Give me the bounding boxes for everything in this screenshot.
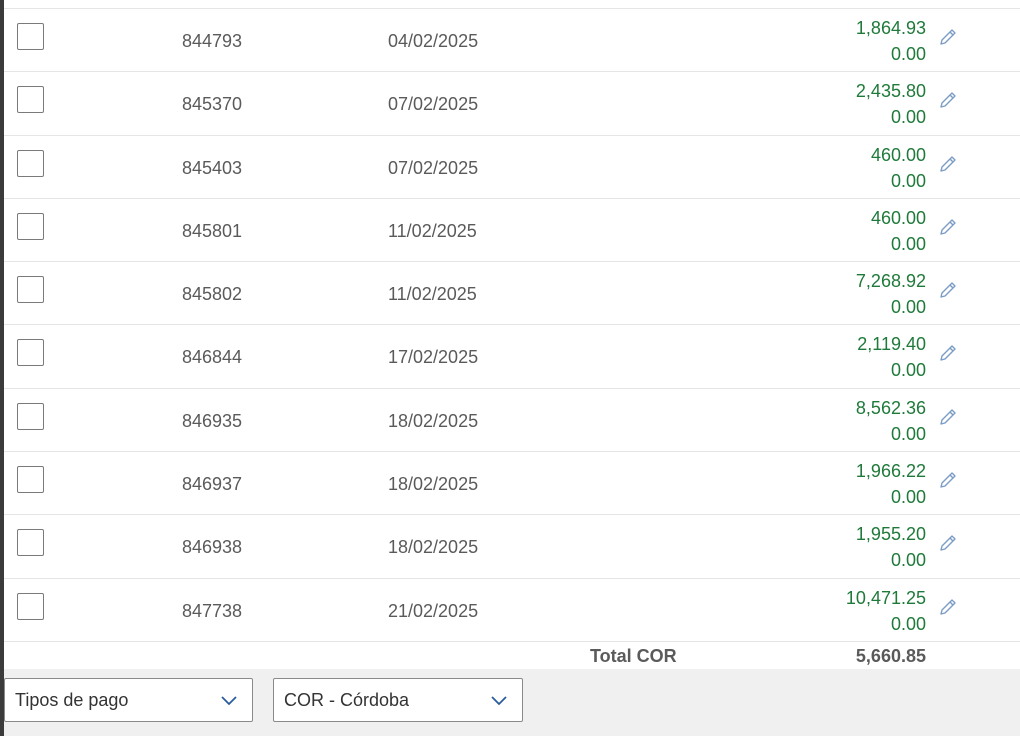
- pencil-icon[interactable]: [937, 342, 959, 364]
- chevron-down-icon: [220, 693, 238, 707]
- secondary-amount-value: 0.00: [890, 170, 926, 191]
- table-row: 846937 18/02/2025 1,966.22 0.00: [4, 452, 1020, 516]
- table-top-divider: [4, 0, 1020, 9]
- secondary-amount-value: 0.00: [890, 360, 926, 381]
- row-select-checkbox[interactable]: [17, 339, 44, 367]
- amount-value: 460.00: [870, 144, 926, 165]
- payment-type-select-value: Tipos de pago: [15, 690, 129, 710]
- document-number: 846844: [182, 347, 243, 368]
- secondary-amount-value: 0.00: [890, 297, 926, 318]
- total-value: 5,660.85: [855, 645, 926, 666]
- document-number: 845370: [182, 94, 243, 115]
- chevron-down-icon: [490, 693, 508, 707]
- secondary-amount-value: 0.00: [890, 44, 926, 64]
- document-number: 846935: [182, 410, 243, 431]
- document-number: 844793: [182, 31, 243, 51]
- pencil-icon[interactable]: [937, 532, 959, 554]
- amount-value: 7,268.92: [855, 271, 926, 292]
- amount-value: 460.00: [870, 207, 926, 228]
- table-row: 844793 04/02/2025 1,864.93 0.00: [4, 9, 1020, 73]
- row-select-checkbox[interactable]: [17, 23, 44, 50]
- row-select-checkbox[interactable]: [17, 592, 44, 620]
- document-number: 846938: [182, 537, 243, 558]
- secondary-amount-value: 0.00: [890, 233, 926, 254]
- table-row: 845801 11/02/2025 460.00 0.00: [4, 199, 1020, 263]
- row-select-checkbox[interactable]: [17, 402, 44, 430]
- document-number: 847738: [182, 600, 243, 621]
- currency-select[interactable]: COR - Córdoba: [273, 678, 523, 722]
- document-date: 18/02/2025: [388, 474, 479, 495]
- pencil-icon[interactable]: [937, 216, 959, 238]
- amount-value: 2,435.80: [855, 81, 926, 102]
- table-row: 846938 18/02/2025 1,955.20 0.00: [4, 515, 1020, 579]
- document-date: 11/02/2025: [388, 220, 477, 241]
- table-row: 846844 17/02/2025 2,119.40 0.00: [4, 325, 1020, 389]
- pencil-icon[interactable]: [937, 89, 959, 111]
- document-number: 845403: [182, 157, 243, 178]
- document-number: 845801: [182, 220, 243, 241]
- document-date: 04/02/2025: [388, 31, 479, 51]
- total-label: Total COR: [590, 645, 677, 666]
- row-select-checkbox[interactable]: [17, 86, 44, 114]
- amount-value: 8,562.36: [855, 397, 926, 418]
- secondary-amount-value: 0.00: [890, 107, 926, 128]
- pencil-icon[interactable]: [937, 406, 959, 428]
- pencil-icon[interactable]: [937, 279, 959, 301]
- table-row: 847738 21/02/2025 10,471.25 0.00: [4, 579, 1020, 642]
- row-select-checkbox[interactable]: [17, 212, 44, 240]
- currency-select-value: COR - Córdoba: [284, 690, 410, 710]
- footer-bar: Tipos de pago COR - Córdoba: [4, 669, 1020, 736]
- pencil-icon[interactable]: [937, 153, 959, 175]
- amount-value: 2,119.40: [857, 334, 926, 355]
- amount-value: 10,471.25: [845, 587, 926, 608]
- document-date: 18/02/2025: [388, 410, 479, 431]
- table-body: 844793 04/02/2025 1,864.93 0.00 845370 07/02/…: [4, 9, 1020, 642]
- row-select-checkbox[interactable]: [17, 276, 44, 304]
- payment-type-select[interactable]: Tipos de pago: [4, 678, 253, 722]
- table-row: 846935 18/02/2025 8,562.36 0.00: [4, 389, 1020, 453]
- row-select-checkbox[interactable]: [17, 149, 44, 177]
- document-date: 07/02/2025: [388, 157, 479, 178]
- table-row: 845403 07/02/2025 460.00 0.00: [4, 136, 1020, 199]
- document-number: 845802: [182, 284, 243, 305]
- row-select-checkbox[interactable]: [17, 466, 44, 494]
- document-date: 21/02/2025: [388, 600, 479, 621]
- secondary-amount-value: 0.00: [890, 423, 926, 444]
- amount-value: 1,955.20: [855, 524, 926, 545]
- secondary-amount-value: 0.00: [890, 487, 926, 508]
- pencil-icon[interactable]: [937, 596, 959, 618]
- amount-value: 1,864.93: [855, 18, 926, 38]
- document-date: 17/02/2025: [388, 347, 479, 368]
- document-number: 846937: [182, 474, 243, 495]
- invoice-table: 844793 04/02/2025 1,864.93 0.00 845370 07/02/…: [4, 0, 1020, 669]
- secondary-amount-value: 0.00: [890, 550, 926, 571]
- total-row: Total COR 5,660.85: [4, 641, 1020, 669]
- table-row: 845370 07/02/2025 2,435.80 0.00: [4, 72, 1020, 136]
- pencil-icon[interactable]: [937, 469, 959, 491]
- row-select-checkbox[interactable]: [17, 529, 44, 557]
- document-date: 18/02/2025: [388, 537, 479, 558]
- amount-value: 1,966.22: [855, 461, 926, 482]
- document-date: 11/02/2025: [388, 284, 477, 305]
- document-date: 07/02/2025: [388, 94, 479, 115]
- secondary-amount-value: 0.00: [890, 613, 926, 634]
- table-row: 845802 11/02/2025 7,268.92 0.00: [4, 262, 1020, 326]
- pencil-icon[interactable]: [937, 26, 959, 48]
